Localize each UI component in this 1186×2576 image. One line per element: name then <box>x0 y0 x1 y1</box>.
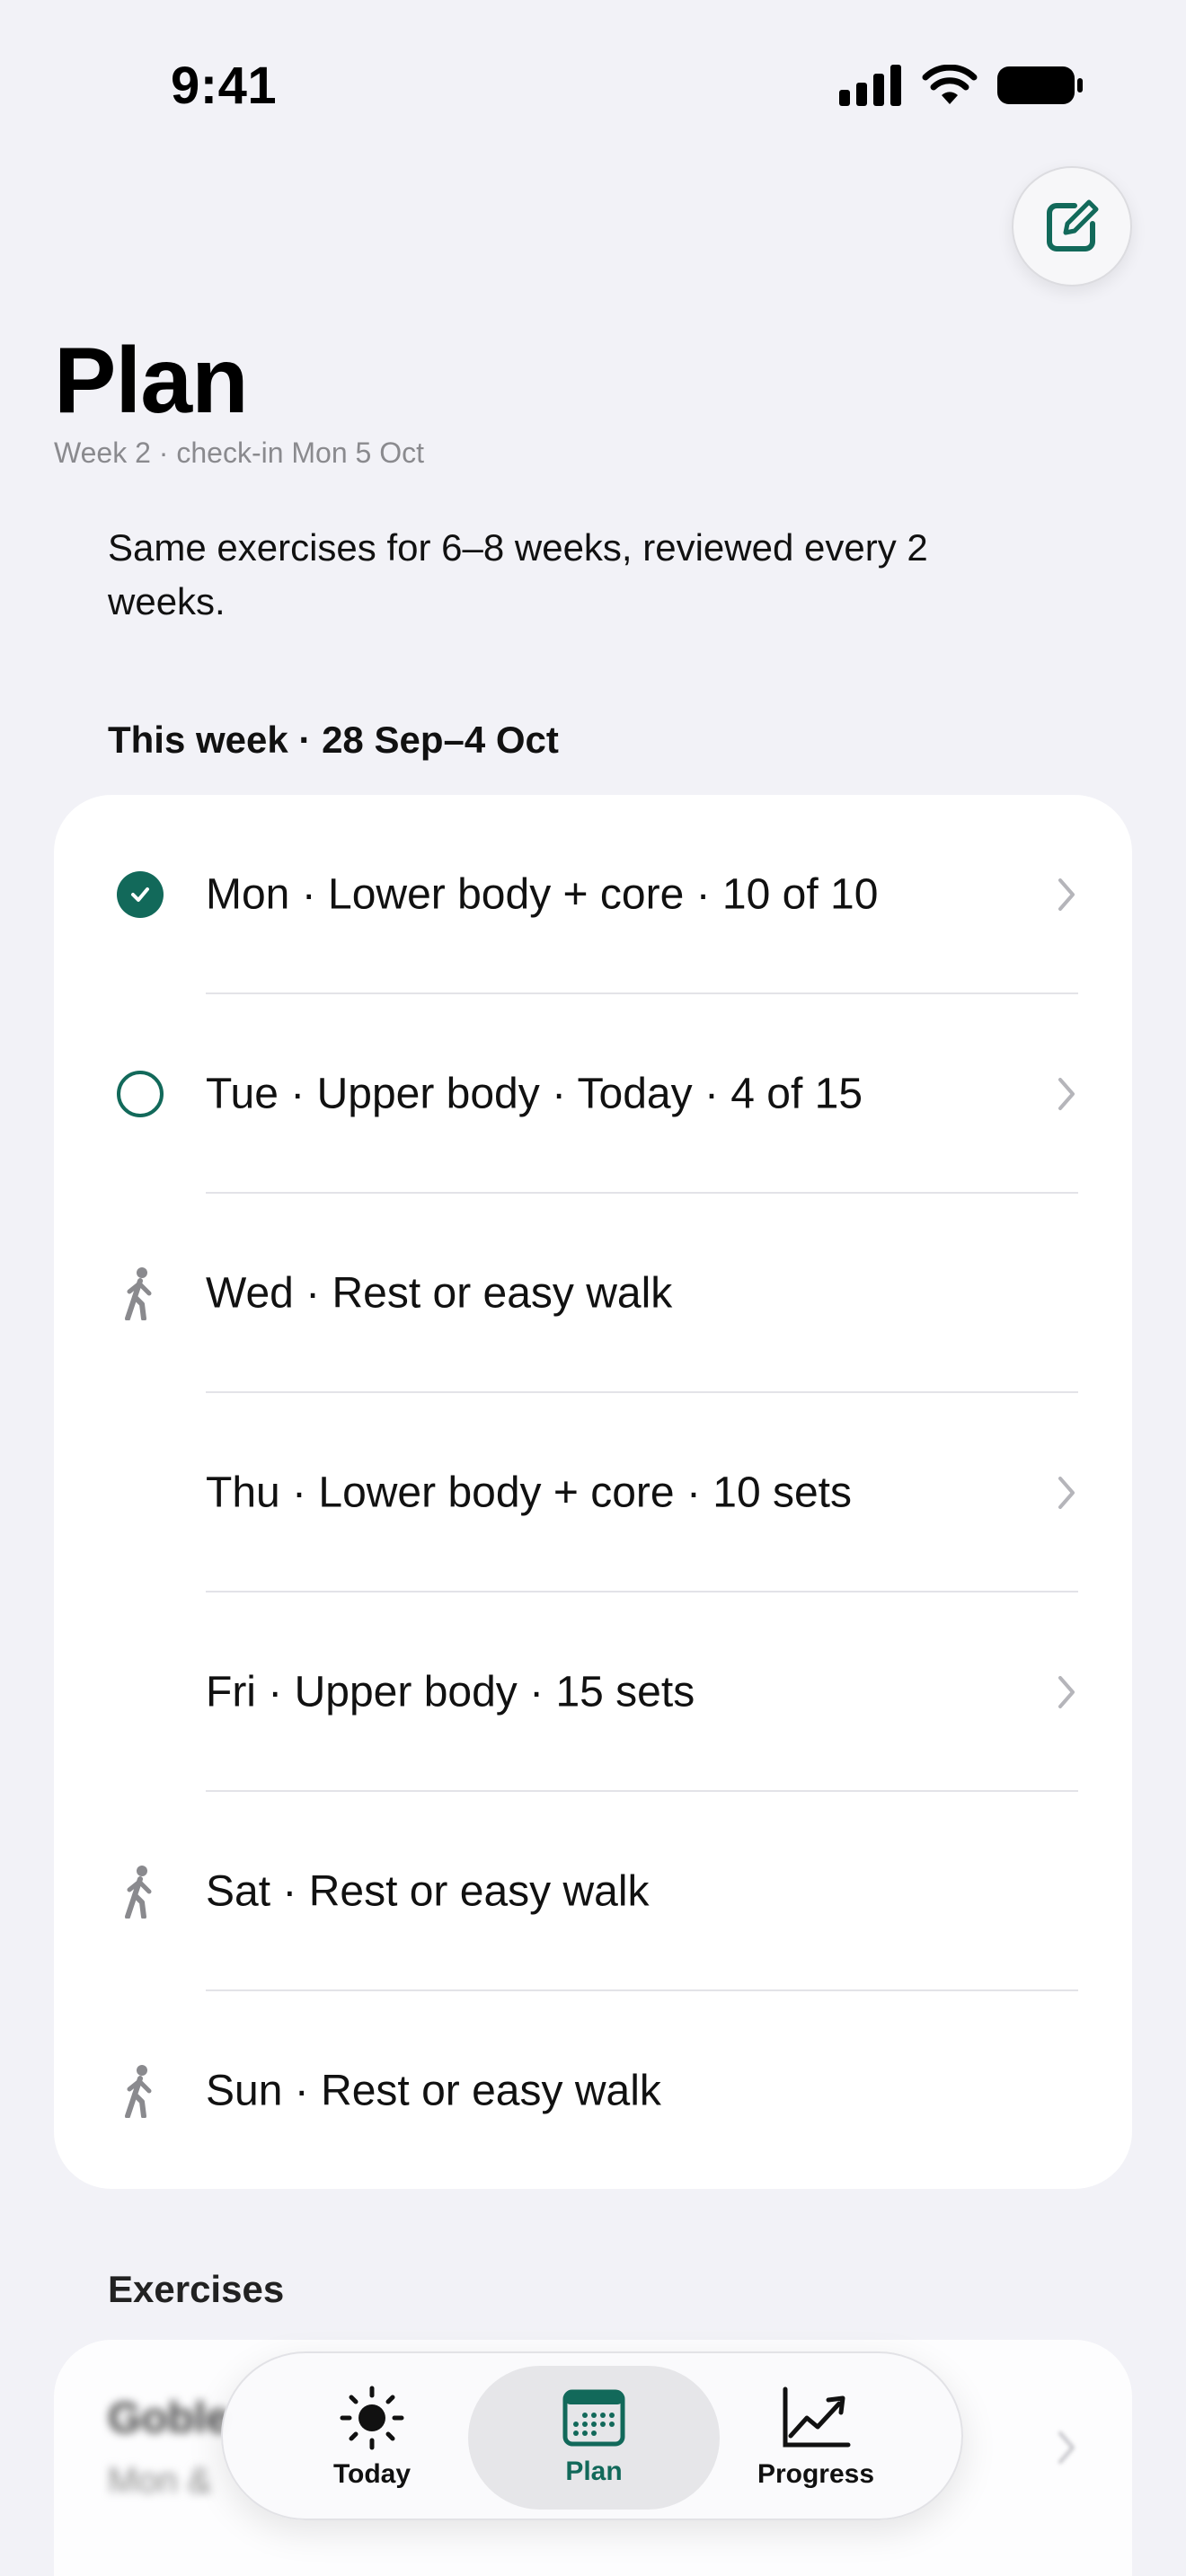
tab-progress[interactable]: Progress <box>690 2366 942 2510</box>
sun-icon <box>340 2386 404 2450</box>
status-time: 9:41 <box>171 57 278 115</box>
walking-icon <box>125 2065 152 2118</box>
page-subtitle: Week 2 · check-in Mon 5 Oct <box>54 437 424 469</box>
compose-icon <box>1047 199 1099 251</box>
completed-check-icon <box>117 871 164 918</box>
exercise-name[interactable]: Goble <box>108 2394 230 2443</box>
tab-bar: Today Plan Progress <box>221 2351 963 2520</box>
day-label: Thu · Lower body + core · 10 sets <box>206 1469 853 1517</box>
day-row-fri[interactable]: Fri · Upper body · 15 sets <box>54 1592 1132 1792</box>
day-row-wed: Wed · Rest or easy walk <box>54 1194 1132 1393</box>
tab-plan[interactable]: Plan <box>468 2366 720 2510</box>
exercises-section-header: Exercises <box>108 2268 285 2310</box>
plan-screen: 9:41 Plan Week 2 · check-in Mon 5 Oct Sa… <box>0 0 1186 2576</box>
page-title: Plan <box>54 329 249 433</box>
battery-icon <box>997 66 1083 104</box>
chevron-right-icon <box>1058 2431 1075 2464</box>
chevron-right-icon <box>1058 1676 1075 1708</box>
plan-description: Same exercises for 6–8 weeks, reviewed e… <box>108 526 928 622</box>
day-row-sat: Sat · Rest or easy walk <box>54 1792 1132 1991</box>
walking-icon <box>125 1267 152 1320</box>
day-label: Mon · Lower body + core · 10 of 10 <box>206 870 879 919</box>
chevron-right-icon <box>1058 1078 1075 1110</box>
chevron-right-icon <box>1058 1477 1075 1509</box>
week-schedule-card: Mon · Lower body + core · 10 of 10 Tue ·… <box>54 795 1132 2189</box>
walking-icon <box>125 1866 152 1919</box>
chart-icon <box>783 2386 851 2448</box>
week-section-header: This week · 28 Sep–4 Oct <box>108 719 559 761</box>
exercise-schedule: Mon & <box>108 2461 212 2501</box>
day-label: Fri · Upper body · 15 sets <box>206 1668 695 1716</box>
tab-label: Plan <box>565 2457 623 2486</box>
day-label: Sun · Rest or easy walk <box>206 2067 661 2115</box>
day-row-mon[interactable]: Mon · Lower body + core · 10 of 10 <box>54 795 1132 994</box>
day-row-tue[interactable]: Tue · Upper body · Today · 4 of 15 <box>54 994 1132 1194</box>
day-label: Tue · Upper body · Today · 4 of 15 <box>206 1070 863 1118</box>
status-icons <box>839 65 1084 106</box>
day-label: Wed · Rest or easy walk <box>206 1269 673 1318</box>
cellular-signal-icon <box>839 65 901 106</box>
day-row-sun: Sun · Rest or easy walk <box>54 1991 1132 2191</box>
tab-label: Progress <box>757 2459 875 2489</box>
day-row-thu[interactable]: Thu · Lower body + core · 10 sets <box>54 1393 1132 1592</box>
calendar-icon <box>562 2389 625 2447</box>
chevron-right-icon <box>1058 878 1075 911</box>
tab-label: Today <box>332 2459 412 2489</box>
edit-plan-button[interactable] <box>1012 166 1132 287</box>
incomplete-circle-icon <box>117 1071 164 1117</box>
wifi-icon <box>922 65 978 104</box>
day-label: Sat · Rest or easy walk <box>206 1867 650 1916</box>
tab-today[interactable]: Today <box>246 2366 498 2510</box>
